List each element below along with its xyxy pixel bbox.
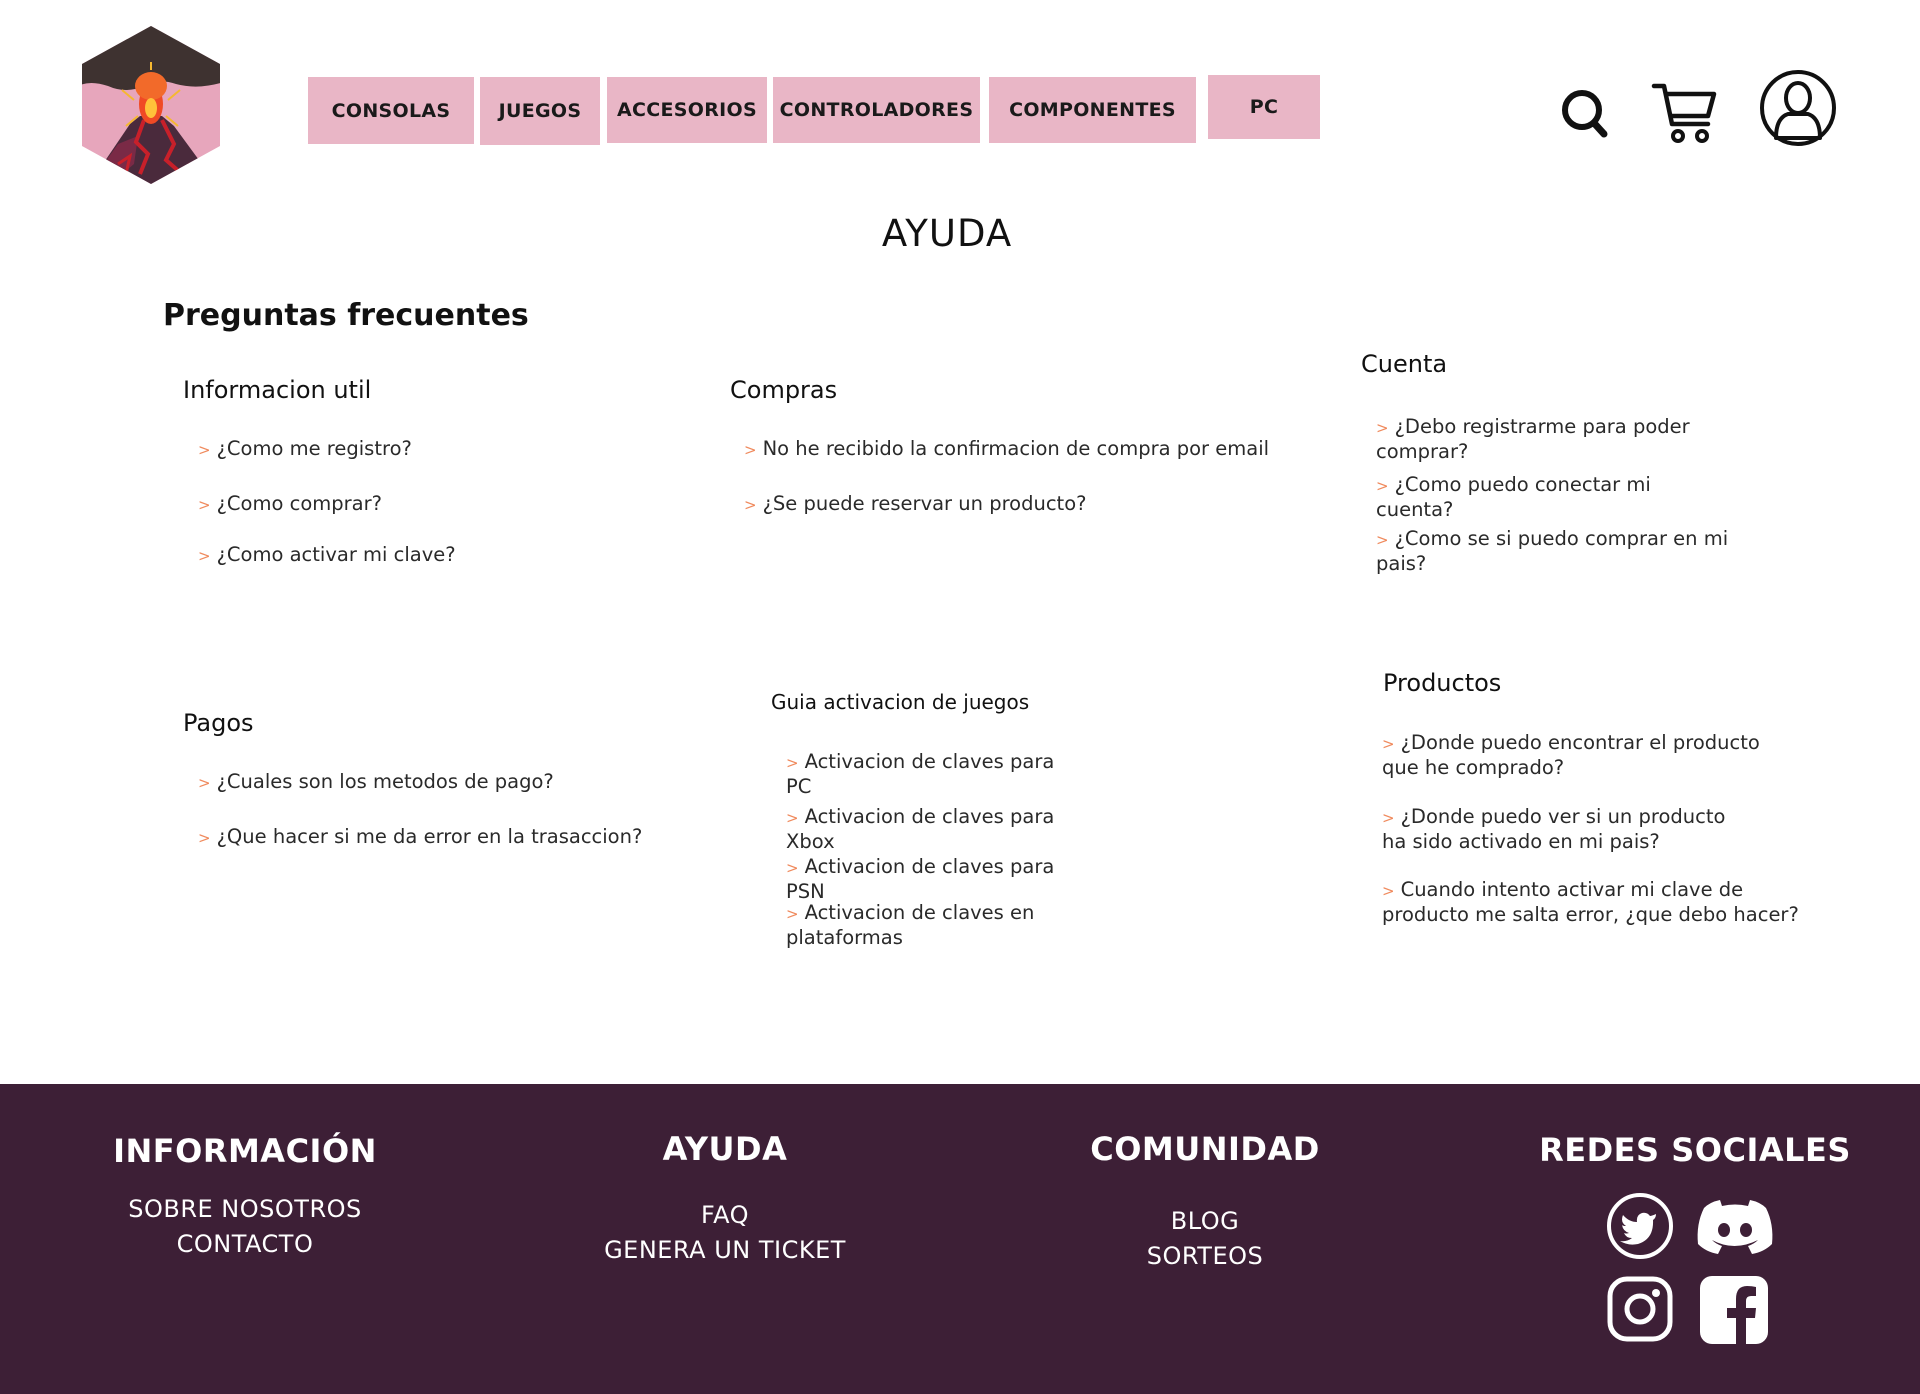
faq-item[interactable]: > ¿Donde puedo encontrar el producto que … xyxy=(1382,731,1782,780)
footer-col-redes: REDES SOCIALES xyxy=(1520,1131,1870,1169)
user-account-icon[interactable] xyxy=(1758,68,1838,148)
category-title: Guia activacion de juegos xyxy=(771,690,1030,714)
faq-item[interactable]: > Cuando intento activar mi clave de prod… xyxy=(1382,878,1822,927)
footer-heading: AYUDA xyxy=(662,1130,788,1168)
category-info: Informacion util xyxy=(183,376,371,404)
arrow-icon: > xyxy=(198,496,211,514)
category-title: Compras xyxy=(730,376,838,404)
arrow-icon: > xyxy=(1376,477,1389,495)
instagram-icon[interactable] xyxy=(1607,1276,1673,1342)
faq-item[interactable]: > Activacion de claves para Xbox xyxy=(786,805,1066,854)
category-pagos: Pagos xyxy=(183,709,254,737)
footer-col-informacion: INFORMACIÓN SOBRE NOSOTROS CONTACTO xyxy=(60,1132,430,1262)
category-title: Cuenta xyxy=(1361,350,1448,378)
faq-item[interactable]: > ¿Que hacer si me da error en la trasacc… xyxy=(198,825,718,850)
faq-item[interactable]: > ¿Como puedo conectar mi cuenta? xyxy=(1376,473,1696,522)
arrow-icon: > xyxy=(786,905,799,923)
faq-item[interactable]: > ¿Como comprar? xyxy=(198,492,678,517)
faq-item[interactable]: > ¿Como activar mi clave? xyxy=(198,543,678,568)
arrow-icon: > xyxy=(744,441,757,459)
arrow-icon: > xyxy=(1376,531,1389,549)
discord-icon[interactable] xyxy=(1696,1194,1774,1258)
arrow-icon: > xyxy=(786,809,799,827)
faq-item[interactable]: > Activacion de claves para PSN xyxy=(786,855,1066,904)
footer-link-sorteos[interactable]: SORTEOS xyxy=(1020,1239,1390,1274)
category-cuenta: Cuenta xyxy=(1361,350,1447,378)
nav-accesorios[interactable]: ACCESORIOS xyxy=(607,77,767,143)
faq-item[interactable]: > No he recibido la confirmacion de compr… xyxy=(744,437,1344,462)
twitter-icon[interactable] xyxy=(1606,1192,1674,1260)
nav-controladores[interactable]: CONTROLADORES xyxy=(773,77,980,143)
faq-item[interactable]: > ¿Donde puedo ver si un producto ha sido… xyxy=(1382,805,1752,854)
arrow-icon: > xyxy=(786,859,799,877)
faq-item[interactable]: > ¿Debo registrarme para poder comprar? xyxy=(1376,415,1721,464)
footer-heading: REDES SOCIALES xyxy=(1539,1131,1851,1169)
cart-icon[interactable] xyxy=(1650,80,1718,146)
faq-item[interactable]: > ¿Como se si puedo comprar en mi pais? xyxy=(1376,527,1756,576)
category-compras: Compras xyxy=(730,376,837,404)
footer-heading: INFORMACIÓN xyxy=(113,1132,377,1170)
arrow-icon: > xyxy=(1382,809,1395,827)
footer-link-sobre-nosotros[interactable]: SOBRE NOSOTROS xyxy=(60,1192,430,1227)
arrow-icon: > xyxy=(198,441,211,459)
arrow-icon: > xyxy=(198,774,211,792)
footer-col-ayuda: AYUDA FAQ GENERA UN TICKET xyxy=(540,1130,910,1268)
faq-item[interactable]: > Activacion de claves en plataformas xyxy=(786,901,1066,950)
nav-consolas[interactable]: CONSOLAS xyxy=(308,77,474,144)
footer-link-contacto[interactable]: CONTACTO xyxy=(60,1227,430,1262)
arrow-icon: > xyxy=(786,754,799,772)
category-title: Productos xyxy=(1383,669,1502,697)
category-title: Informacion util xyxy=(183,376,372,404)
faq-item[interactable]: > ¿Se puede reservar un producto? xyxy=(744,492,1344,517)
nav-juegos[interactable]: JUEGOS xyxy=(480,77,600,145)
page-title: AYUDA xyxy=(881,212,1013,255)
faq-item[interactable]: > ¿Cuales son los metodos de pago? xyxy=(198,770,718,795)
category-productos: Productos xyxy=(1383,669,1501,697)
footer-col-comunidad: COMUNIDAD BLOG SORTEOS xyxy=(1020,1130,1390,1274)
nav-pc[interactable]: PC xyxy=(1208,75,1320,139)
category-title: Pagos xyxy=(183,709,254,737)
faq-item[interactable]: > ¿Como me registro? xyxy=(198,437,678,462)
category-guia: Guia activacion de juegos xyxy=(771,690,1029,714)
arrow-icon: > xyxy=(744,496,757,514)
footer-heading: COMUNIDAD xyxy=(1090,1130,1320,1168)
footer-link-faq[interactable]: FAQ xyxy=(540,1198,910,1233)
arrow-icon: > xyxy=(198,547,211,565)
arrow-icon: > xyxy=(1382,882,1395,900)
arrow-icon: > xyxy=(1376,419,1389,437)
arrow-icon: > xyxy=(198,829,211,847)
faq-item[interactable]: > Activacion de claves para PC xyxy=(786,750,1066,799)
arrow-icon: > xyxy=(1382,735,1395,753)
facebook-icon[interactable] xyxy=(1700,1276,1768,1344)
search-icon[interactable] xyxy=(1560,86,1610,140)
volcano-logo[interactable] xyxy=(78,24,224,186)
footer-link-blog[interactable]: BLOG xyxy=(1020,1204,1390,1239)
nav-componentes[interactable]: COMPONENTES xyxy=(989,77,1196,143)
footer-link-genera-ticket[interactable]: GENERA UN TICKET xyxy=(540,1233,910,1268)
section-title: Preguntas frecuentes xyxy=(163,298,529,333)
footer: INFORMACIÓN SOBRE NOSOTROS CONTACTO AYUD… xyxy=(0,1084,1920,1394)
